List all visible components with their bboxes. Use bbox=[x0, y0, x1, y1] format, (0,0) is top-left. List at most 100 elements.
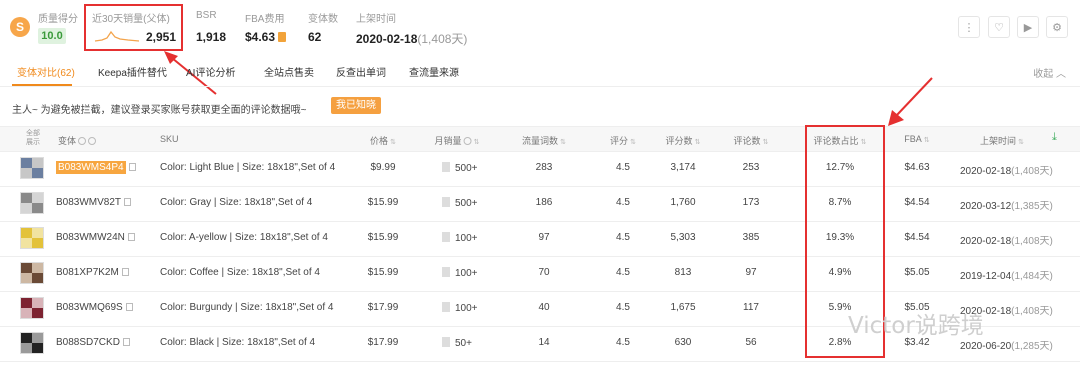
asin-link[interactable]: B083WMQ69S bbox=[56, 302, 133, 313]
listed-date-value: 2020-02-18(1,408天) bbox=[356, 32, 468, 46]
sku-text: Color: Light Blue | Size: 18x18",Set of … bbox=[160, 162, 336, 173]
copy-icon[interactable] bbox=[121, 268, 129, 276]
sort-icon: ⇅ bbox=[694, 139, 701, 146]
watermark-text: Victor说跨境 bbox=[848, 313, 984, 339]
sort-icon: ⇅ bbox=[1018, 139, 1024, 146]
price-cell: $17.99 bbox=[367, 302, 399, 313]
ratings-cell: 1,675 bbox=[670, 302, 696, 313]
col-price[interactable]: 价格 ⇅ bbox=[370, 134, 396, 147]
tab-ai-reviews[interactable]: AI评论分析 bbox=[186, 64, 235, 79]
variants-label: 变体数 bbox=[308, 14, 338, 25]
product-thumbnail[interactable] bbox=[20, 332, 44, 354]
sku-text: Color: Burgundy | Size: 18x18",Set of 4 bbox=[160, 302, 334, 313]
col-listed-date[interactable]: 上架时间 ⇅ bbox=[980, 134, 1024, 147]
copy-icon[interactable] bbox=[125, 303, 133, 311]
copy-icon[interactable] bbox=[127, 233, 135, 241]
login-notice: 主人~ 为避免被拦截，建议登录买家账号获取更全面的评论数据哦~ bbox=[12, 105, 307, 116]
asin-link[interactable]: B088SD7CKD bbox=[56, 337, 130, 348]
listed-date-cell: 2020-03-12(1,385天) bbox=[960, 201, 1053, 212]
col-asin[interactable]: 变体 bbox=[58, 134, 97, 147]
download-icon[interactable]: ⤓ bbox=[1052, 131, 1057, 144]
product-thumbnail[interactable] bbox=[20, 262, 44, 284]
monthly-sales-cell: 100+ bbox=[442, 232, 478, 244]
terms-cell: 14 bbox=[538, 337, 550, 348]
sort-icon: ⇅ bbox=[923, 137, 930, 144]
video-icon[interactable]: ▶ bbox=[1017, 16, 1039, 38]
select-all-toggle[interactable]: 全部展示 bbox=[23, 129, 43, 147]
tab-reverse-keywords[interactable]: 反查出单词 bbox=[336, 64, 386, 79]
quality-score-badge: 10.0 bbox=[38, 28, 66, 44]
sales-chart-icon[interactable] bbox=[442, 162, 450, 172]
product-thumbnail[interactable] bbox=[20, 297, 44, 319]
settings-icon[interactable]: ⚙ bbox=[1046, 16, 1068, 38]
rating-cell: 4.5 bbox=[616, 337, 630, 348]
tab-traffic-sources[interactable]: 查流量来源 bbox=[409, 64, 459, 79]
monthly-sales-cell: 500+ bbox=[442, 162, 478, 174]
sort-icon: ⇅ bbox=[560, 139, 566, 146]
price-cell: $9.99 bbox=[370, 162, 396, 173]
copy-icon[interactable] bbox=[128, 163, 136, 171]
sort-icon: ⇅ bbox=[630, 139, 636, 146]
more-icon[interactable]: ⋮ bbox=[958, 16, 980, 38]
sort-icon: ⇅ bbox=[762, 139, 769, 146]
info-icon bbox=[78, 137, 87, 145]
reviews-cell: 173 bbox=[742, 197, 760, 208]
col-rating-count[interactable]: 评分数 ⇅ bbox=[666, 134, 701, 147]
reviews-cell: 385 bbox=[742, 232, 760, 243]
fba-fee-value: $4.63 bbox=[245, 30, 287, 44]
sort-icon: ⇅ bbox=[390, 139, 396, 146]
table-row[interactable]: B081XP7K2M Color: Coffee | Size: 18x18",S… bbox=[0, 256, 1080, 292]
table-row[interactable]: B083WMW24N Color: A-yellow | Size: 18x18"… bbox=[0, 221, 1080, 257]
fba-cell: $4.63 bbox=[904, 162, 930, 173]
sales-chart-icon[interactable] bbox=[442, 232, 450, 242]
sales-chart-icon[interactable] bbox=[442, 337, 450, 347]
product-thumbnail[interactable] bbox=[20, 192, 44, 214]
tab-all-sites[interactable]: 全站点售卖 bbox=[264, 64, 314, 79]
copy-icon[interactable] bbox=[124, 198, 132, 206]
copy-icon[interactable] bbox=[122, 338, 130, 346]
monthly-sales-cell: 500+ bbox=[442, 197, 478, 209]
asin-link[interactable]: B083WMW24N bbox=[56, 232, 135, 243]
variants-value: 62 bbox=[308, 30, 322, 44]
asin-link[interactable]: B083WMV82T bbox=[56, 197, 132, 208]
reviews-cell: 117 bbox=[743, 302, 759, 313]
sales-chart-icon[interactable] bbox=[442, 197, 450, 207]
sales-chart-icon[interactable] bbox=[442, 267, 450, 277]
sales-highlight-box bbox=[84, 4, 183, 51]
product-thumbnail[interactable] bbox=[20, 157, 44, 179]
price-cell: $15.99 bbox=[367, 197, 399, 208]
asin-link[interactable]: B083WMS4P4 bbox=[56, 161, 136, 174]
monthly-sales-cell: 50+ bbox=[442, 337, 472, 349]
heart-icon[interactable]: ♡ bbox=[988, 16, 1010, 38]
col-search-terms[interactable]: 流量词数 ⇅ bbox=[522, 134, 566, 147]
product-thumbnail[interactable] bbox=[20, 227, 44, 249]
rating-cell: 4.5 bbox=[616, 302, 630, 313]
tab-variant-compare[interactable]: 变体对比(62) bbox=[17, 64, 75, 79]
fba-cell: $4.54 bbox=[904, 197, 930, 208]
col-rating[interactable]: 评分 ⇅ bbox=[610, 134, 636, 147]
collapse-button[interactable]: 收起 ︿ bbox=[1033, 65, 1066, 80]
terms-cell: 97 bbox=[538, 232, 550, 243]
bsr-label: BSR bbox=[196, 10, 217, 21]
sort-icon: ⇅ bbox=[473, 139, 480, 146]
monthly-sales-cell: 100+ bbox=[442, 302, 478, 314]
sku-text: Color: A-yellow | Size: 18x18",Set of 4 bbox=[160, 232, 328, 243]
calculator-icon[interactable] bbox=[278, 32, 287, 42]
table-row[interactable]: B083WMS4P4 Color: Light Blue | Size: 18x1… bbox=[0, 151, 1080, 187]
table-row[interactable]: B083WMV82T Color: Gray | Size: 18x18",Set… bbox=[0, 186, 1080, 222]
tab-keepa[interactable]: Keepa插件替代 bbox=[98, 64, 167, 79]
asin-link[interactable]: B081XP7K2M bbox=[56, 267, 129, 278]
col-fba[interactable]: FBA ⇅ bbox=[904, 134, 929, 144]
ratings-cell: 630 bbox=[674, 337, 692, 348]
bsr-value: 1,918 bbox=[196, 30, 227, 44]
reviews-cell: 253 bbox=[742, 162, 760, 173]
terms-cell: 186 bbox=[535, 197, 553, 208]
price-cell: $15.99 bbox=[367, 232, 399, 243]
copy-all-icon[interactable] bbox=[88, 137, 97, 145]
col-review-count[interactable]: 评论数 ⇅ bbox=[734, 134, 769, 147]
active-tab-underline bbox=[12, 84, 72, 86]
col-monthly-sales[interactable]: 月销量 ⇅ bbox=[435, 134, 480, 147]
sales-chart-icon[interactable] bbox=[442, 302, 450, 312]
acknowledge-button[interactable]: 我已知晓 bbox=[331, 97, 381, 114]
listed-date-cell: 2020-02-18(1,408天) bbox=[960, 166, 1053, 177]
